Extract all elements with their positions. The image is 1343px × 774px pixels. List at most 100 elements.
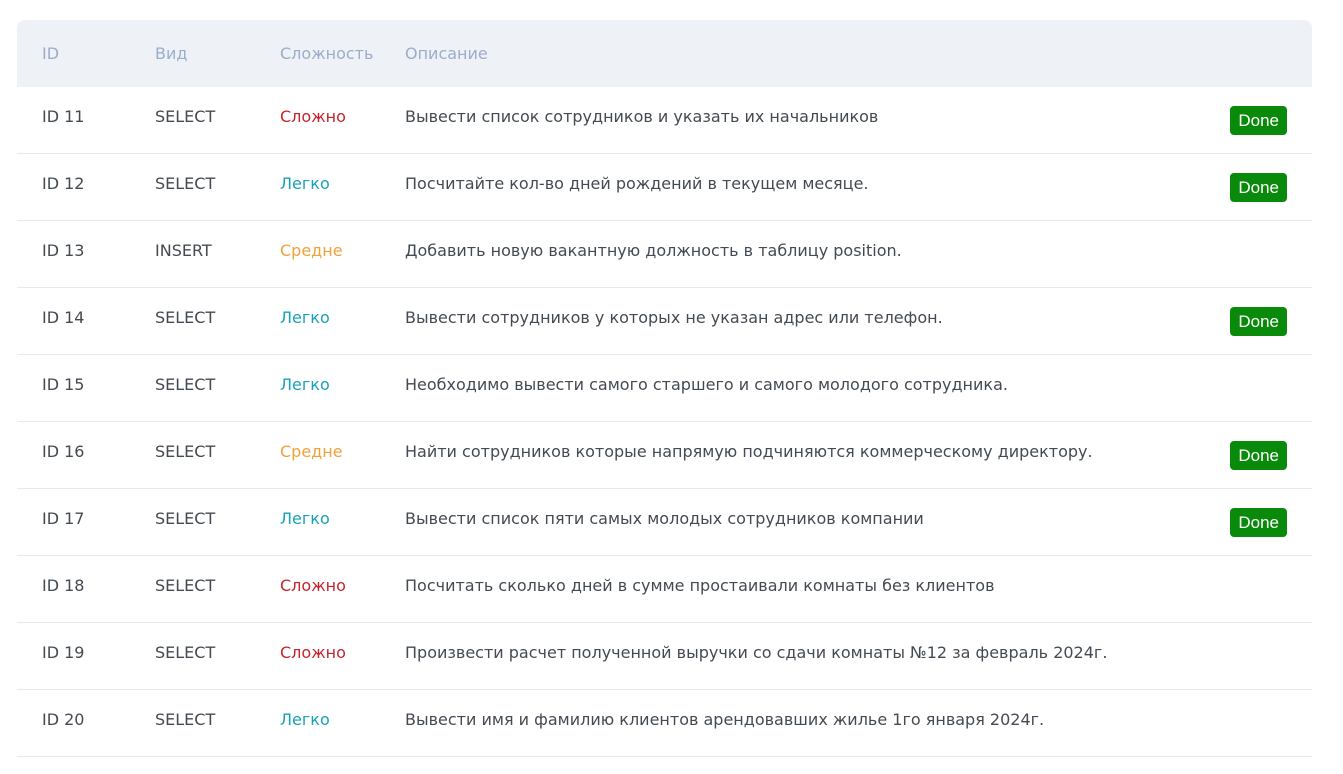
column-header-kind: Вид xyxy=(155,44,188,63)
table-row[interactable]: ID 14 SELECT Легко Вывести сотрудников у ко… xyxy=(17,287,1312,355)
task-kind-cell: SELECT xyxy=(155,555,280,623)
task-description-cell: Добавить новую вакантную должность в таб… xyxy=(405,220,1205,288)
task-description: Необходимо вывести самого старшего и сам… xyxy=(405,374,1008,394)
task-id-cell: ID 11 xyxy=(17,87,155,154)
table-row[interactable]: ID 12 SELECT Легко Посчитайте кол-во дней р… xyxy=(17,153,1312,221)
table-row[interactable]: ID 17 SELECT Легко Вывести список пяти самы… xyxy=(17,488,1312,556)
task-description-cell: Посчитать сколько дней в сумме простаива… xyxy=(405,555,1205,623)
done-badge: Done xyxy=(1230,507,1287,537)
task-level: Легко xyxy=(280,709,330,729)
task-description-cell: Вывести сотрудников у которых не указан … xyxy=(405,287,1205,355)
task-id: ID 18 xyxy=(42,575,85,595)
task-description-cell: Произвести расчет полученной выручки со … xyxy=(405,622,1205,690)
task-description-cell: Вывести имя и фамилию клиентов арендовав… xyxy=(405,689,1205,757)
column-header-id: ID xyxy=(42,44,60,63)
done-badge: Done xyxy=(1230,105,1287,135)
task-level: Легко xyxy=(280,307,330,327)
task-id: ID 15 xyxy=(42,374,85,394)
task-kind: SELECT xyxy=(155,106,216,126)
tasks-table-container: ID Вид Сложность Описание ID 11 SELECT Сло… xyxy=(17,20,1312,757)
task-id-cell: ID 19 xyxy=(17,622,155,690)
task-description-cell: Вывести список сотрудников и указать их … xyxy=(405,87,1205,154)
task-level: Легко xyxy=(280,374,330,394)
task-status-cell: Done xyxy=(1205,421,1312,489)
task-status-cell: Done xyxy=(1205,488,1312,556)
task-kind-cell: SELECT xyxy=(155,689,280,757)
table-row[interactable]: ID 15 SELECT Легко Необходимо вывести самог… xyxy=(17,354,1312,422)
table-row[interactable]: ID 19 SELECT Сложно Произвести расчет получ… xyxy=(17,622,1312,690)
task-kind-cell: SELECT xyxy=(155,87,280,154)
task-description: Посчитайте кол-во дней рождений в текуще… xyxy=(405,173,869,193)
task-id-cell: ID 13 xyxy=(17,220,155,288)
task-description: Вывести сотрудников у которых не указан … xyxy=(405,307,943,327)
task-id: ID 17 xyxy=(42,508,85,528)
task-description: Вывести список сотрудников и указать их … xyxy=(405,106,879,126)
task-kind-cell: SELECT xyxy=(155,287,280,355)
task-id: ID 14 xyxy=(42,307,85,327)
task-id-cell: ID 17 xyxy=(17,488,155,556)
task-id: ID 16 xyxy=(42,441,85,461)
task-kind-cell: INSERT xyxy=(155,220,280,288)
task-kind-cell: SELECT xyxy=(155,622,280,690)
task-status-cell xyxy=(1205,354,1312,422)
task-description: Вывести список пяти самых молодых сотруд… xyxy=(405,508,924,528)
task-kind: SELECT xyxy=(155,575,216,595)
table-header: ID Вид Сложность Описание xyxy=(17,20,1312,87)
done-badge: Done xyxy=(1230,172,1287,202)
task-kind: SELECT xyxy=(155,307,216,327)
task-level-cell: Легко xyxy=(280,287,405,355)
task-description-cell: Посчитайте кол-во дней рождений в текуще… xyxy=(405,153,1205,221)
table-body: ID 11 SELECT Сложно Вывести список сотрудни… xyxy=(17,87,1312,757)
table-row[interactable]: ID 13 INSERT Средне Добавить новую вакантну… xyxy=(17,220,1312,288)
tasks-table: ID Вид Сложность Описание ID 11 SELECT Сло… xyxy=(17,20,1312,757)
table-row[interactable]: ID 20 SELECT Легко Вывести имя и фамилию кл… xyxy=(17,689,1312,757)
task-kind: SELECT xyxy=(155,508,216,528)
task-level-cell: Сложно xyxy=(280,555,405,623)
table-row[interactable]: ID 11 SELECT Сложно Вывести список сотрудни… xyxy=(17,87,1312,154)
task-kind: SELECT xyxy=(155,173,216,193)
task-id-cell: ID 14 xyxy=(17,287,155,355)
task-id-cell: ID 18 xyxy=(17,555,155,623)
task-id-cell: ID 20 xyxy=(17,689,155,757)
table-header-row: ID Вид Сложность Описание xyxy=(17,20,1312,87)
done-badge: Done xyxy=(1230,440,1287,470)
task-level: Легко xyxy=(280,173,330,193)
task-kind: INSERT xyxy=(155,240,212,260)
task-level: Сложно xyxy=(280,106,346,126)
task-id-cell: ID 15 xyxy=(17,354,155,422)
task-id: ID 12 xyxy=(42,173,85,193)
column-header-description: Описание xyxy=(405,44,488,63)
task-level-cell: Сложно xyxy=(280,622,405,690)
task-status-cell: Done xyxy=(1205,153,1312,221)
task-level-cell: Легко xyxy=(280,689,405,757)
task-description: Вывести имя и фамилию клиентов арендовав… xyxy=(405,709,1045,729)
column-header-level: Сложность xyxy=(280,44,374,63)
task-description: Посчитать сколько дней в сумме простаива… xyxy=(405,575,995,595)
task-description-cell: Вывести список пяти самых молодых сотруд… xyxy=(405,488,1205,556)
table-row[interactable]: ID 16 SELECT Средне Найти сотрудников котор… xyxy=(17,421,1312,489)
task-description-cell: Необходимо вывести самого старшего и сам… xyxy=(405,354,1205,422)
task-level: Средне xyxy=(280,240,343,260)
task-kind: SELECT xyxy=(155,441,216,461)
task-level-cell: Средне xyxy=(280,421,405,489)
task-kind-cell: SELECT xyxy=(155,488,280,556)
task-status-cell xyxy=(1205,220,1312,288)
task-status-cell: Done xyxy=(1205,87,1312,154)
task-kind-cell: SELECT xyxy=(155,421,280,489)
task-id: ID 19 xyxy=(42,642,85,662)
task-level: Сложно xyxy=(280,642,346,662)
task-description-cell: Найти сотрудников которые напрямую подчи… xyxy=(405,421,1205,489)
task-id-cell: ID 16 xyxy=(17,421,155,489)
task-id: ID 20 xyxy=(42,709,85,729)
table-row[interactable]: ID 18 SELECT Сложно Посчитать сколько дней … xyxy=(17,555,1312,623)
task-id-cell: ID 12 xyxy=(17,153,155,221)
task-status-cell xyxy=(1205,689,1312,757)
task-description: Найти сотрудников которые напрямую подчи… xyxy=(405,441,1093,461)
task-description: Произвести расчет полученной выручки со … xyxy=(405,642,1108,662)
task-level-cell: Сложно xyxy=(280,87,405,154)
task-kind: SELECT xyxy=(155,709,216,729)
task-level-cell: Легко xyxy=(280,153,405,221)
task-level-cell: Легко xyxy=(280,354,405,422)
task-level: Средне xyxy=(280,441,343,461)
task-description: Добавить новую вакантную должность в таб… xyxy=(405,240,902,260)
